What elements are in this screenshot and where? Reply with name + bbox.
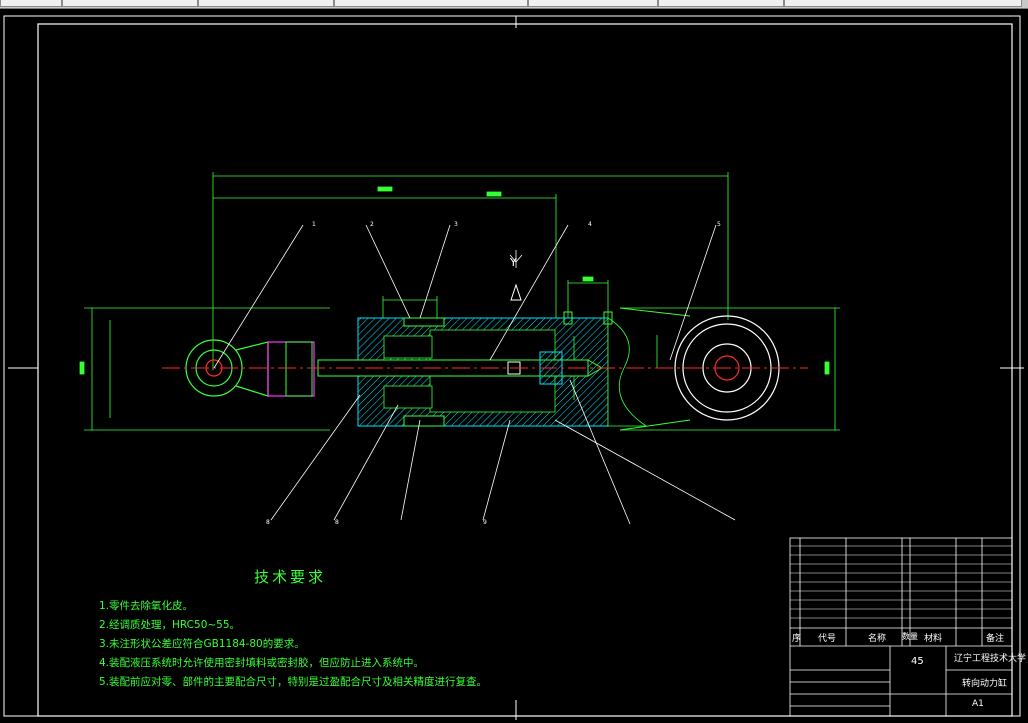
header-remark: 备注 [986, 634, 1005, 644]
window-tab[interactable] [658, 0, 784, 7]
end-cap-flange-bottom [403, 415, 445, 427]
tech-requirements-title: 技术要求 [254, 568, 327, 586]
tech-requirement-item: 4.装配液压系统时允许使用密封填料或密封胶，但应防止进入系统中。 [99, 657, 425, 669]
tech-requirement-item: 3.未注形状公差应符合GB1184-80的要求。 [99, 638, 305, 650]
lock-nut-left [267, 341, 315, 397]
school-name: 辽宁工程技术大学 [954, 654, 1027, 664]
window-tab[interactable] [528, 0, 658, 7]
axis-label: Y [509, 256, 517, 269]
tech-requirement-item: 1.零件去除氧化皮。 [99, 600, 194, 612]
tech-requirement-item: 2.经调质处理，HRC50~55。 [99, 619, 241, 631]
balloon-number: 8 [266, 519, 270, 526]
tech-requirements-list: 1.零件去除氧化皮。 2.经调质处理，HRC50~55。 3.未注形状公差应符合… [99, 597, 487, 692]
balloon-number: 4 [588, 221, 592, 228]
drawing-title: 转向动力缸 [962, 679, 1008, 689]
window-tab[interactable] [198, 0, 334, 7]
window-tab[interactable] [784, 0, 1022, 7]
end-cap-flange-top [403, 317, 445, 327]
material-value: 45 [911, 656, 924, 667]
right-body-outline [619, 307, 691, 431]
balloon-number: 9 [483, 519, 487, 526]
parts-list-rows [790, 545, 1012, 619]
header-seq: 序 [792, 634, 802, 644]
view-arrow [510, 283, 522, 301]
window-tab[interactable] [0, 0, 62, 7]
balloon-number: 5 [717, 221, 721, 228]
window-tab[interactable] [62, 0, 198, 7]
lock-nut-inner [285, 341, 313, 397]
sheet-size: A1 [972, 699, 984, 709]
header-material: 材料 [924, 634, 943, 644]
header-name: 名称 [868, 634, 887, 644]
balloon-number: 2 [370, 221, 374, 228]
balloon-number: 1 [312, 221, 316, 228]
balloon-number: 3 [454, 221, 458, 228]
header-qty: 数量 [902, 632, 918, 641]
tech-requirement-item: 5.装配前应对零、部件的主要配合尺寸，特别是过盈配合尺寸及相关精度进行复查。 [99, 676, 488, 688]
title-block-grid [789, 537, 1013, 717]
balloon-number: 8 [335, 519, 339, 526]
header-code: 代号 [818, 634, 837, 644]
window-tab[interactable] [334, 0, 528, 7]
